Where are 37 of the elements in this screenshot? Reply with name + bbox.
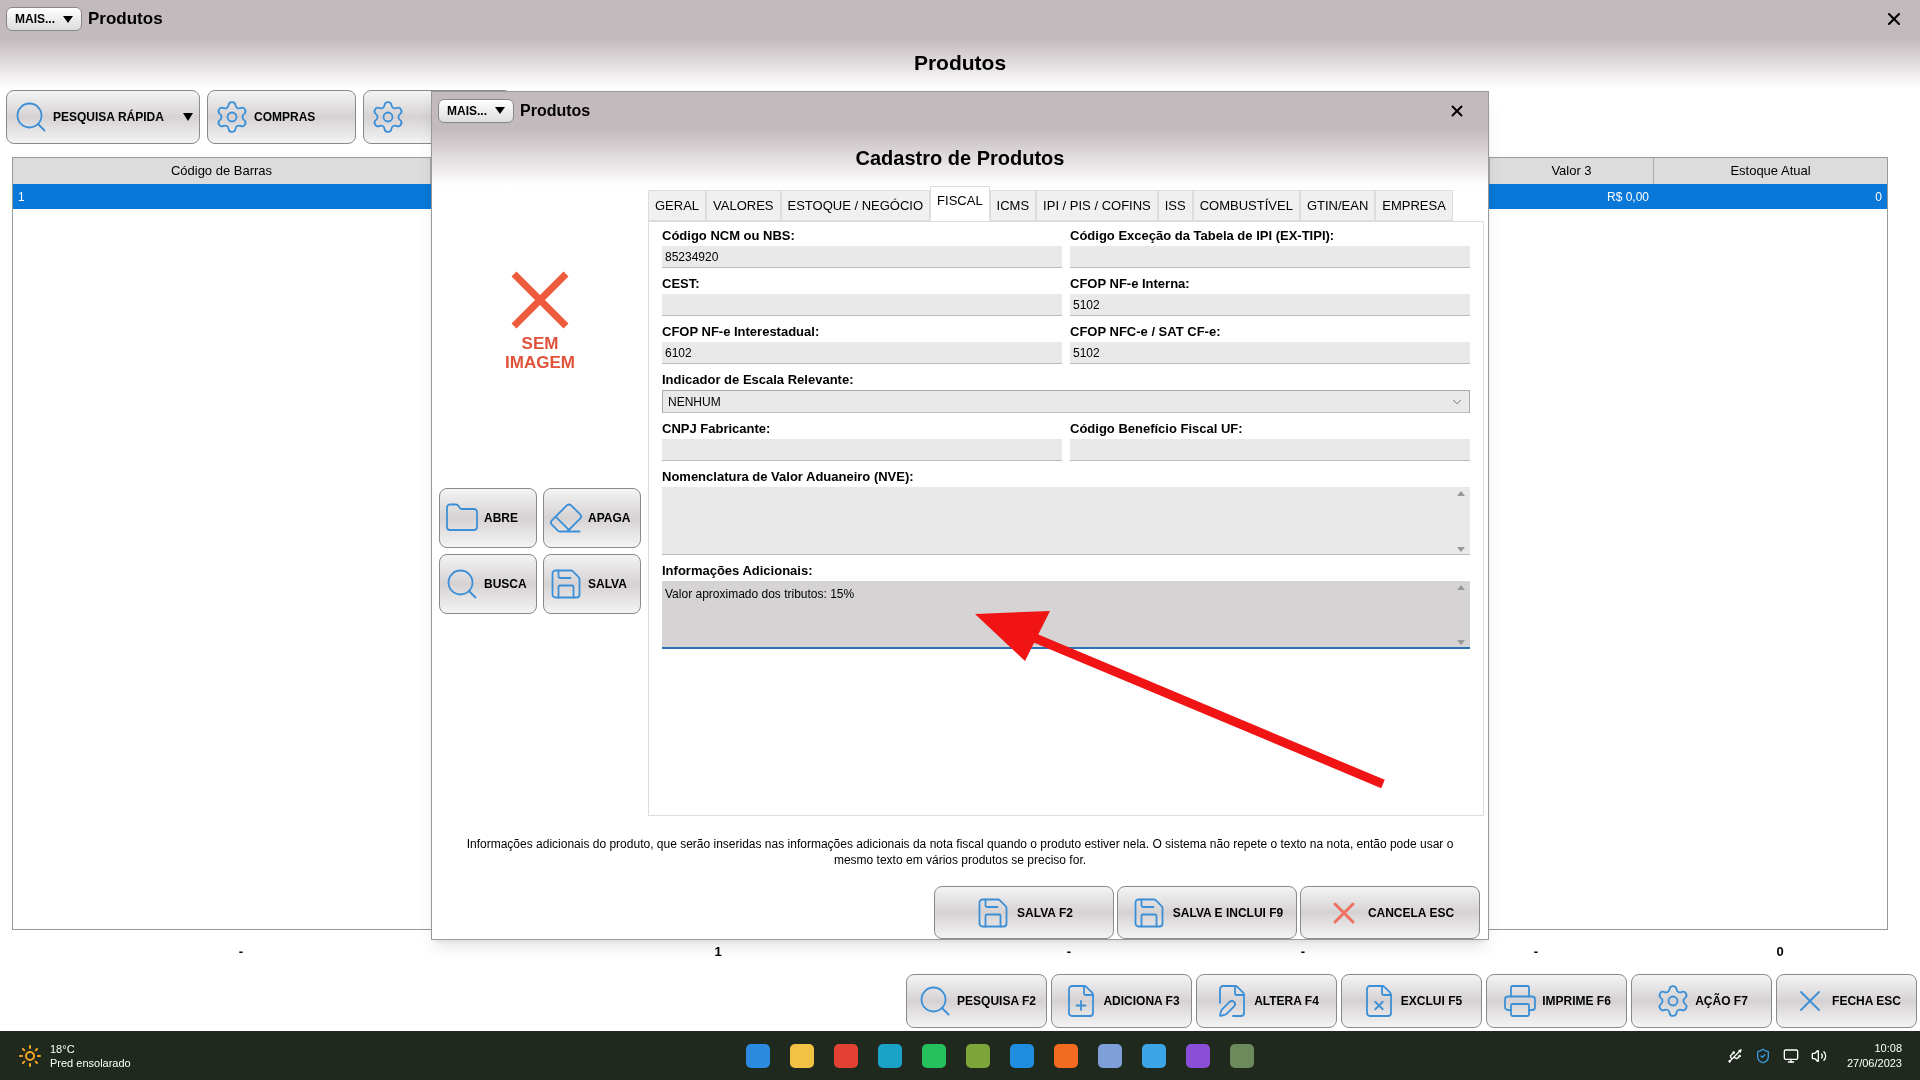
- table-cell-text: 0: [1874, 188, 1883, 206]
- total-value: 0: [1775, 943, 1785, 962]
- total-value: 1: [713, 943, 723, 962]
- total-value: -: [237, 943, 245, 962]
- dialog-title: Produtos: [520, 100, 591, 121]
- field-label: Nomenclatura de Valor Aduaneiro (NVE):: [662, 469, 915, 485]
- field-label: Indicador de Escala Relevante:: [662, 372, 855, 388]
- field-label: CFOP NFC-e / SAT CF-e:: [1070, 324, 1222, 340]
- field-label: Código Benefício Fiscal UF:: [1070, 421, 1244, 437]
- total-value: -: [1299, 943, 1307, 962]
- no-image-text: SEM IMAGEM: [504, 334, 576, 372]
- clock-date: 27/06/2023: [1846, 1055, 1902, 1071]
- field-value: NENHUM: [668, 393, 721, 411]
- dialog-heading: Cadastro de Produtos: [855, 145, 1065, 171]
- column-header: Estoque Atual: [1729, 162, 1812, 181]
- clock-time: 10:08: [1874, 1040, 1902, 1056]
- field-value: 85234920: [665, 248, 719, 266]
- field-value: Valor aproximado dos tributos: 15%: [665, 586, 855, 603]
- field-label: Código Exceção da Tabela de IPI (EX-TIPI):: [1070, 228, 1336, 244]
- field-value: 5102: [1073, 344, 1100, 362]
- field-value: 5102: [1073, 296, 1100, 314]
- weather-text: Pred ensolarado: [50, 1055, 131, 1070]
- field-value: 6102: [665, 344, 692, 362]
- table-cell-text: 1: [17, 188, 26, 206]
- table-cell-text: R$ 0,00: [1605, 188, 1650, 206]
- field-label: CNPJ Fabricante:: [662, 421, 772, 437]
- help-text: Informações adicionais do produto, que serão inseridas nas informações adicionais da nota fiscal quando o produto estiver nela. O sistema não repete o texto na nota, então pode usar o mesmo texto em vários produtos se preciso for.: [465, 836, 1455, 868]
- field-label: Código NCM ou NBS:: [662, 228, 796, 244]
- field-label: CFOP NF-e Interestadual:: [662, 324, 821, 340]
- field-label: Informações Adicionais:: [662, 563, 814, 579]
- temperature: 18°C: [50, 1041, 76, 1056]
- field-label: CFOP NF-e Interna:: [1070, 276, 1191, 292]
- window-title: Produtos: [88, 8, 163, 31]
- field-label: CEST:: [662, 276, 701, 292]
- total-value: -: [1065, 943, 1073, 962]
- total-value: -: [1532, 943, 1540, 962]
- page-heading: Produtos: [913, 50, 1007, 77]
